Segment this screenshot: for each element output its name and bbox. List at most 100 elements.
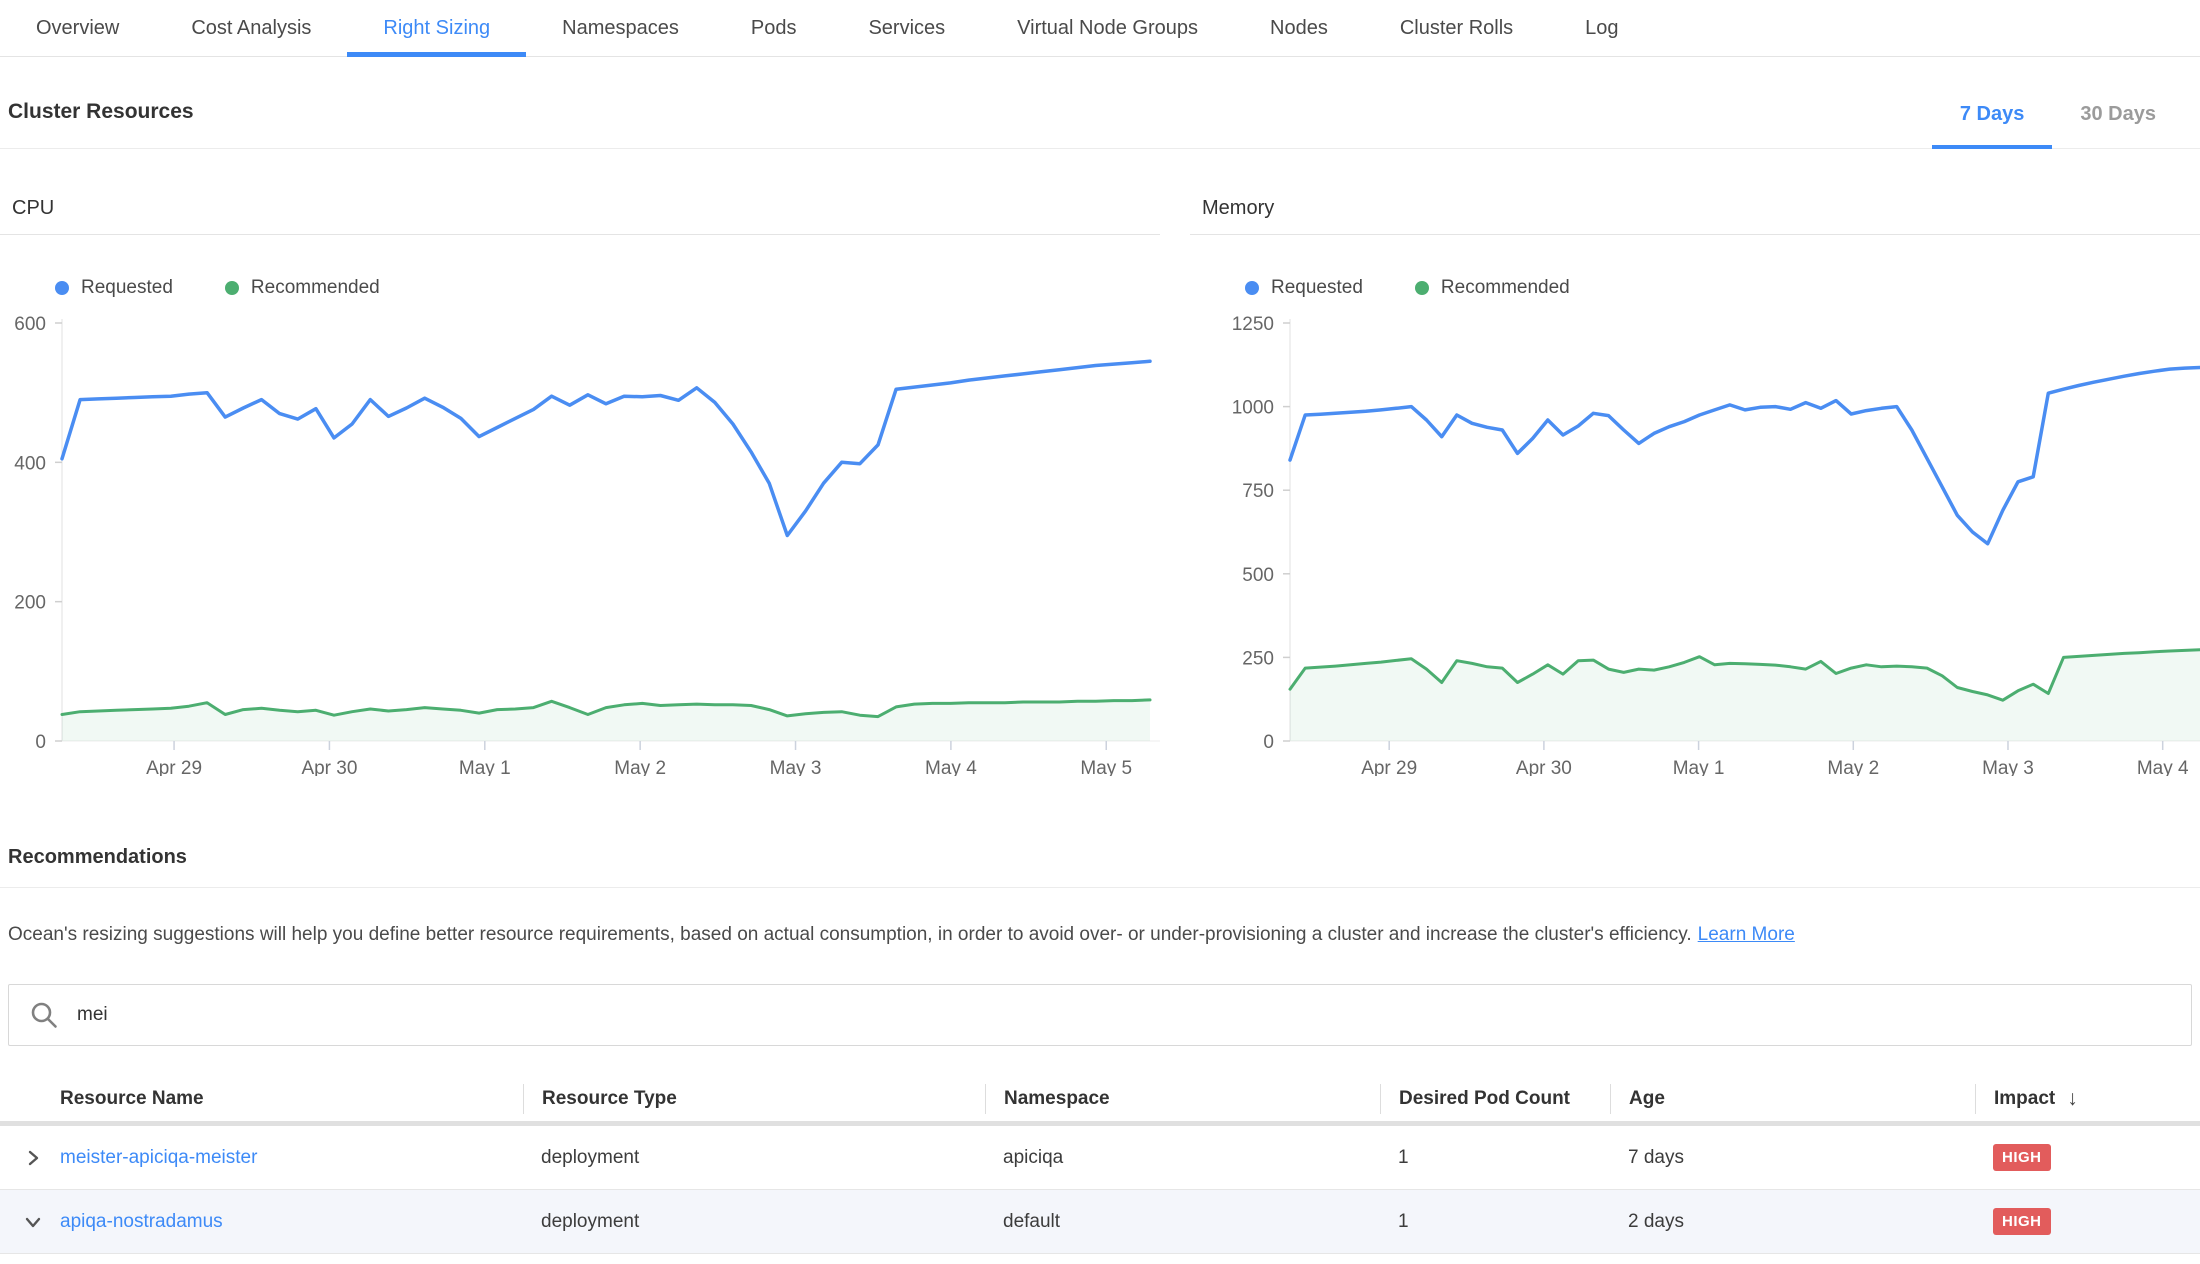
tab-cluster-rolls[interactable]: Cluster Rolls [1364, 0, 1549, 56]
cpu-chart-title: CPU [0, 197, 1160, 235]
legend-label: Recommended [251, 277, 380, 299]
column-header-resource-name[interactable]: Resource Name [0, 1084, 523, 1114]
tab-overview[interactable]: Overview [0, 0, 155, 56]
sort-descending-icon[interactable]: ↓ [2067, 1087, 2078, 1111]
svg-text:May 2: May 2 [614, 758, 666, 776]
svg-text:May 5: May 5 [1080, 758, 1132, 776]
recommendations-description: Ocean's resizing suggestions will help y… [8, 924, 2200, 946]
time-range-7-days[interactable]: 7 Days [1932, 57, 2053, 148]
svg-text:600: 600 [14, 314, 46, 335]
svg-text:Apr 30: Apr 30 [301, 758, 357, 776]
requested-line [1290, 368, 2200, 544]
svg-text:May 4: May 4 [925, 758, 977, 776]
cell-impact: HIGH [1975, 1208, 2200, 1235]
column-header-label: Resource Type [542, 1088, 677, 1110]
cpu-chart-legend: Requested Recommended [55, 277, 1160, 299]
recommendations-description-text: Ocean's resizing suggestions will help y… [8, 924, 1692, 945]
svg-text:400: 400 [14, 453, 46, 474]
right-sizing-page: OverviewCost AnalysisRight SizingNamespa… [0, 0, 2200, 1264]
recommended-dot-icon [1415, 281, 1429, 295]
legend-label: Requested [1271, 277, 1363, 299]
memory-chart: MemoryRequestedRecommended12501000750500… [1190, 197, 2200, 776]
cell-impact: HIGH [1975, 1144, 2200, 1171]
y-axis-labels: 600 400 200 0 [14, 314, 62, 753]
y-axis-labels: 125010007505002500 [1232, 314, 1290, 753]
impact-badge: HIGH [1993, 1208, 2051, 1235]
memory-chart-title: Memory [1190, 197, 2200, 235]
column-header-age[interactable]: Age [1610, 1084, 1975, 1114]
recommended-area [62, 700, 1150, 741]
cell-resource-name: meister-apiciqa-meister [0, 1147, 523, 1169]
recommended-dot-icon [225, 281, 239, 295]
column-header-label: Age [1629, 1088, 1665, 1110]
cluster-resources-header: Cluster Resources 7 Days30 Days [0, 57, 2200, 149]
requested-line [62, 361, 1150, 535]
table-header-row: Resource Name Resource Type Namespace Desir… [0, 1076, 2200, 1126]
x-axis-labels: Apr 29Apr 30May 1May 2May 3May 4May 5 [146, 741, 1132, 776]
time-range-toggle: 7 Days30 Days [1932, 57, 2184, 148]
requested-dot-icon [1245, 281, 1259, 295]
svg-text:May 4: May 4 [2137, 758, 2189, 776]
column-header-label: Namespace [1004, 1088, 1110, 1110]
svg-text:0: 0 [35, 732, 46, 753]
column-header-desired-pod-count[interactable]: Desired Pod Count [1380, 1084, 1610, 1114]
svg-text:Apr 29: Apr 29 [1361, 758, 1417, 776]
column-header-label: Desired Pod Count [1399, 1088, 1570, 1110]
legend-item-recommended: Recommended [225, 277, 380, 299]
tab-pods[interactable]: Pods [715, 0, 833, 56]
tab-namespaces[interactable]: Namespaces [526, 0, 715, 56]
legend-item-recommended: Recommended [1415, 277, 1570, 299]
search-box [8, 984, 2192, 1046]
cell-age: 2 days [1610, 1211, 1975, 1233]
cell-resource-type: deployment [523, 1147, 985, 1169]
svg-text:May 2: May 2 [1827, 758, 1879, 776]
svg-text:250: 250 [1242, 648, 1274, 669]
charts-row: CPU Requested Recommended 600 400 200 0 Apr 29 A… [0, 197, 2200, 776]
resource-name-link[interactable]: apiqa-nostradamus [60, 1211, 223, 1233]
cell-namespace: apiciqa [985, 1147, 1380, 1169]
cell-resource-type: deployment [523, 1211, 985, 1233]
legend-label: Requested [81, 277, 173, 299]
svg-text:May 1: May 1 [1673, 758, 1725, 776]
memory-chart-legend: Requested Recommended [1245, 277, 2200, 299]
x-axis-labels: Apr 29Apr 30May 1May 2May 3May 4 [1361, 741, 2189, 776]
top-tab-bar: OverviewCost AnalysisRight SizingNamespa… [0, 0, 2200, 57]
column-header-resource-type[interactable]: Resource Type [523, 1084, 985, 1114]
cell-age: 7 days [1610, 1147, 1975, 1169]
svg-text:May 3: May 3 [770, 758, 822, 776]
requested-dot-icon [55, 281, 69, 295]
search-icon [29, 1000, 59, 1030]
learn-more-link[interactable]: Learn More [1698, 924, 1795, 945]
column-header-namespace[interactable]: Namespace [985, 1084, 1380, 1114]
search-input[interactable] [75, 1003, 2171, 1027]
column-header-label: Resource Name [60, 1088, 204, 1110]
recommendations-table: Resource Name Resource Type Namespace Desir… [0, 1076, 2200, 1254]
impact-badge: HIGH [1993, 1144, 2051, 1171]
tab-virtual-node-groups[interactable]: Virtual Node Groups [981, 0, 1234, 56]
resource-name-link[interactable]: meister-apiciqa-meister [60, 1147, 257, 1169]
tab-log[interactable]: Log [1549, 0, 1654, 56]
legend-item-requested: Requested [1245, 277, 1363, 299]
svg-text:500: 500 [1242, 565, 1274, 586]
svg-text:200: 200 [14, 593, 46, 614]
cluster-resources-title: Cluster Resources [0, 100, 194, 148]
tab-cost-analysis[interactable]: Cost Analysis [155, 0, 347, 56]
cell-desired-pod-count: 1 [1380, 1211, 1610, 1233]
table-row-meister-apiciqa-meister[interactable]: meister-apiciqa-meister deploymentapiciqa… [0, 1126, 2200, 1190]
recommendations-title: Recommendations [8, 846, 2200, 869]
tab-nodes[interactable]: Nodes [1234, 0, 1364, 56]
cell-namespace: default [985, 1211, 1380, 1233]
tab-services[interactable]: Services [832, 0, 981, 56]
chevron-down-icon[interactable] [22, 1211, 44, 1233]
chevron-right-icon[interactable] [22, 1147, 44, 1169]
tab-right-sizing[interactable]: Right Sizing [347, 0, 526, 56]
svg-text:May 1: May 1 [459, 758, 511, 776]
column-header-impact[interactable]: Impact↓ [1975, 1084, 2200, 1114]
time-range-30-days[interactable]: 30 Days [2052, 57, 2184, 148]
svg-text:0: 0 [1263, 732, 1274, 753]
legend-label: Recommended [1441, 277, 1570, 299]
table-row-apiqa-nostradamus[interactable]: apiqa-nostradamus deploymentdefault12 day… [0, 1190, 2200, 1254]
cpu-chart-canvas: 6004002000Apr 29Apr 30May 1May 2May 3May… [0, 311, 1160, 776]
svg-text:1000: 1000 [1232, 398, 1274, 419]
svg-text:750: 750 [1242, 481, 1274, 502]
